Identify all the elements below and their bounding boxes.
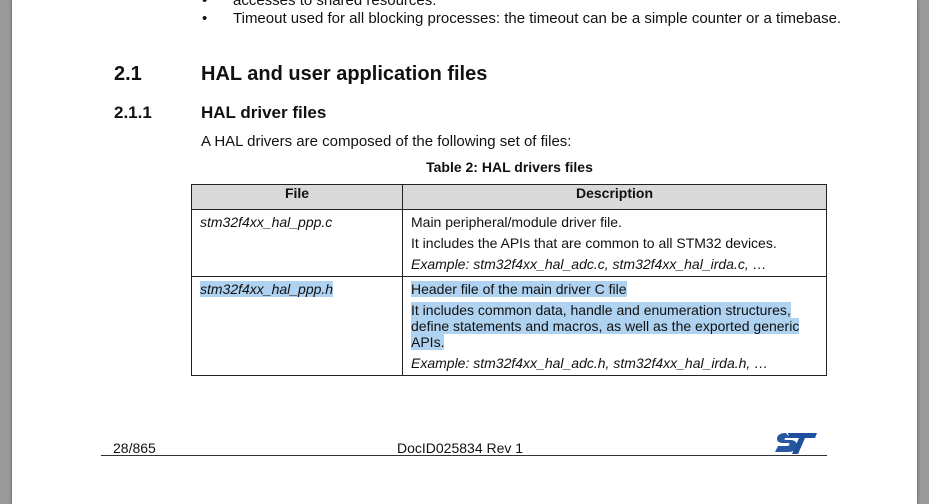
section-title: HAL and user application files: [201, 63, 488, 85]
table-caption: Table 2: HAL drivers files: [426, 159, 593, 175]
table-row: stm32f4xx_hal_ppp.c Main peripheral/modu…: [191, 209, 827, 277]
bullet-item: • accesses to shared resources.: [202, 0, 842, 10]
desc-line: It includes common data, handle and enum…: [411, 302, 818, 350]
st-logo-icon: [775, 433, 817, 454]
file-cell[interactable]: stm32f4xx_hal_ppp.c: [191, 209, 403, 277]
selected-text: Header file of the main driver C file: [411, 281, 627, 297]
bullet-dot-icon: •: [202, 0, 208, 9]
document-page: • accesses to shared resources. • Timeout …: [12, 0, 917, 504]
example-line: Example: stm32f4xx_hal_adc.c, stm32f4xx_…: [411, 256, 767, 272]
desc-line: Header file of the main driver C file: [411, 281, 818, 297]
table-row: stm32f4xx_hal_ppp.h Header file of the m…: [191, 276, 827, 376]
bullet-item: • Timeout used for all blocking processes…: [202, 10, 842, 27]
description-cell[interactable]: Header file of the main driver C file It…: [402, 276, 827, 376]
file-cell[interactable]: stm32f4xx_hal_ppp.h: [191, 276, 403, 376]
desc-line: Main peripheral/module driver file.: [411, 214, 622, 230]
selected-text: It includes common data, handle and enum…: [411, 302, 800, 350]
intro-paragraph: A HAL drivers are composed of the follow…: [201, 133, 572, 150]
hal-files-table: File Description stm32f4xx_hal_ppp.c Mai…: [191, 184, 827, 376]
footer-divider: [101, 455, 827, 456]
example-line: Example: stm32f4xx_hal_adc.h, stm32f4xx_…: [411, 355, 769, 371]
desc-line: It includes the APIs that are common to …: [411, 235, 777, 251]
bullet-list: • accesses to shared resources. • Timeout …: [202, 0, 842, 28]
doc-id: DocID025834 Rev 1: [397, 440, 524, 456]
header-description: Description: [402, 184, 827, 210]
description-cell[interactable]: Main peripheral/module driver file. It i…: [402, 209, 827, 277]
subsection-title: HAL driver files: [201, 103, 327, 122]
header-file: File: [191, 184, 403, 210]
section-number: 2.1: [114, 63, 142, 85]
bullet-dot-icon: •: [202, 10, 208, 27]
table-header-row: File Description: [191, 184, 827, 210]
page-number: 28/865: [113, 440, 156, 456]
subsection-number: 2.1.1: [114, 103, 152, 122]
selected-text: stm32f4xx_hal_ppp.h: [200, 281, 334, 297]
